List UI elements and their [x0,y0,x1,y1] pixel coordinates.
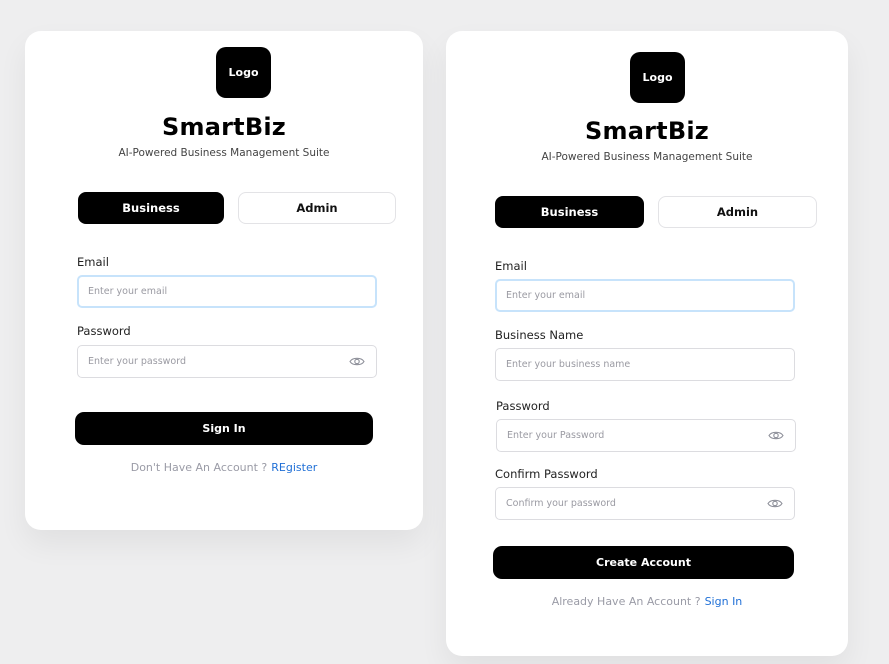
logo-text: Logo [642,71,673,84]
tab-admin[interactable]: Admin [238,192,396,224]
eye-icon[interactable] [348,355,366,369]
email-field[interactable] [77,275,377,308]
create-account-button[interactable]: Create Account [493,546,794,579]
email-input[interactable] [506,290,784,301]
tab-business[interactable]: Business [78,192,224,224]
sign-in-button[interactable]: Sign In [75,412,373,445]
password-field[interactable] [496,419,796,452]
register-prompt: Don't Have An Account ? REgister [25,461,423,474]
app-name: SmartBiz [585,117,709,145]
sign-in-link[interactable]: Sign In [705,595,743,608]
confirm-password-input[interactable] [506,498,766,509]
password-input[interactable] [88,356,348,367]
tab-business-label: Business [122,201,180,215]
sign-in-prompt: Already Have An Account ? Sign In [446,595,848,608]
register-link[interactable]: REgister [271,461,317,474]
password-label: Password [77,324,131,338]
business-name-input[interactable] [506,359,784,370]
eye-icon[interactable] [766,497,784,511]
app-name: SmartBiz [162,113,286,141]
password-label: Password [496,399,550,413]
tab-business[interactable]: Business [495,196,644,228]
business-name-label: Business Name [495,328,584,342]
business-name-field[interactable] [495,348,795,381]
app-tagline: AI-Powered Business Management Suite [118,147,330,159]
register-card: Logo SmartBiz AI-Powered Business Manage… [446,31,848,656]
sign-in-button-label: Sign In [202,422,246,435]
password-input[interactable] [507,430,767,441]
password-field[interactable] [77,345,377,378]
email-label: Email [495,259,527,273]
email-label: Email [77,255,109,269]
login-card: Logo SmartBiz AI-Powered Business Manage… [25,31,423,530]
logo: Logo [216,47,271,98]
sign-in-prompt-text: Already Have An Account ? [551,595,701,608]
logo: Logo [630,52,685,103]
logo-text: Logo [228,66,259,79]
tab-business-label: Business [540,205,599,219]
confirm-password-label: Confirm Password [495,467,598,481]
eye-icon[interactable] [767,429,785,443]
tab-admin-label: Admin [716,205,759,219]
app-tagline: AI-Powered Business Management Suite [541,151,753,163]
email-input[interactable] [88,286,366,297]
tab-admin[interactable]: Admin [658,196,817,228]
confirm-password-field[interactable] [495,487,795,520]
create-account-button-label: Create Account [596,556,691,569]
tab-admin-label: Admin [296,201,338,215]
register-prompt-text: Don't Have An Account ? [130,461,268,474]
email-field[interactable] [495,279,795,312]
